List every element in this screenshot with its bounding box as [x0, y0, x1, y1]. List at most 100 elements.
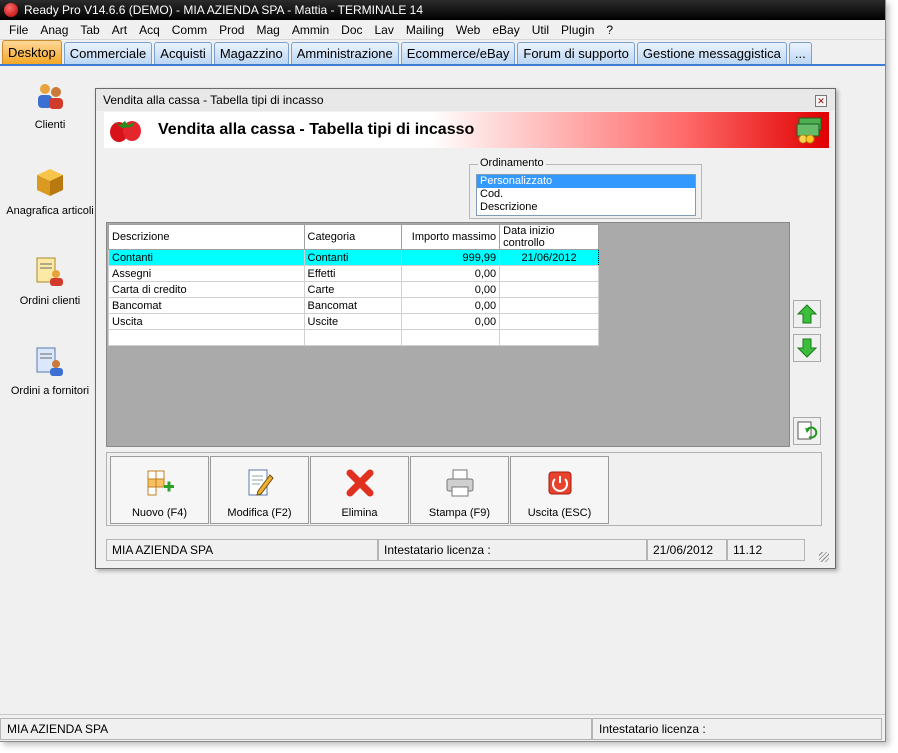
cell-data-inizio-controllo[interactable]: [499, 265, 599, 282]
column-header-data-inizio-controllo[interactable]: Data inizio controllo: [499, 224, 599, 250]
ordering-option-personalizzato[interactable]: Personalizzato: [477, 175, 695, 188]
menu-lav[interactable]: Lav: [369, 23, 400, 37]
ordering-option-descrizione[interactable]: Descrizione: [477, 201, 695, 214]
edit-button[interactable]: Modifica (F2): [210, 456, 309, 524]
column-header-descrizione[interactable]: Descrizione: [108, 224, 305, 250]
cell-importo-massimo[interactable]: 0,00: [401, 281, 501, 298]
table-row[interactable]: Assegni Effetti 0,00: [108, 265, 599, 282]
cell-categoria[interactable]: Uscite: [303, 313, 403, 330]
grid-header-row: Descrizione Categoria Importo massimo Da…: [108, 224, 599, 250]
desktop-icon-clienti[interactable]: Clienti: [0, 80, 100, 131]
menu-ammin[interactable]: Ammin: [286, 23, 335, 37]
tab-forum-supporto[interactable]: Forum di supporto: [517, 42, 635, 64]
clients-icon: [38, 84, 63, 109]
menu-comm[interactable]: Comm: [166, 23, 213, 37]
table-row[interactable]: Contanti Contanti 999,99 21/06/2012: [108, 249, 599, 266]
cell-descrizione[interactable]: Uscita: [108, 313, 305, 330]
menu-plugin[interactable]: Plugin: [555, 23, 600, 37]
cell-descrizione[interactable]: Bancomat: [108, 297, 305, 314]
delete-button-label: Elimina: [341, 507, 378, 519]
ordering-group: Ordinamento Personalizzato Cod. Descrizi…: [469, 157, 702, 219]
cell-data-inizio-controllo[interactable]: [499, 297, 599, 314]
ordering-option-cod[interactable]: Cod.: [477, 188, 695, 201]
cell-categoria[interactable]: [303, 329, 403, 346]
cell-importo-massimo[interactable]: 0,00: [401, 297, 501, 314]
payment-types-grid-area: Descrizione Categoria Importo massimo Da…: [106, 222, 790, 447]
tab-gestione-messaggistica[interactable]: Gestione messaggistica: [636, 42, 787, 64]
cell-importo-massimo[interactable]: [401, 329, 501, 346]
cell-descrizione[interactable]: [108, 329, 305, 346]
desktop-icon-label: Clienti: [34, 119, 66, 131]
refresh-document-icon: [797, 421, 818, 440]
cell-data-inizio-controllo[interactable]: [499, 281, 599, 298]
dialog-status-time: 11.12: [727, 539, 805, 561]
move-up-button[interactable]: [793, 300, 821, 328]
delete-x-icon: [346, 469, 373, 497]
close-icon[interactable]: ✕: [815, 95, 827, 107]
column-header-categoria[interactable]: Categoria: [303, 224, 403, 250]
column-header-importo-massimo[interactable]: Importo massimo: [401, 224, 501, 250]
cell-data-inizio-controllo[interactable]: [499, 313, 599, 330]
cell-categoria[interactable]: Bancomat: [303, 297, 403, 314]
desktop-icon-label: Ordini a fornitori: [10, 385, 90, 397]
ordering-listbox[interactable]: Personalizzato Cod. Descrizione: [476, 174, 696, 216]
arrow-down-icon: [796, 338, 818, 358]
print-button[interactable]: Stampa (F9): [410, 456, 509, 524]
menu-ebay[interactable]: eBay: [486, 23, 525, 37]
menu-art[interactable]: Art: [106, 23, 133, 37]
table-row[interactable]: [108, 329, 599, 346]
dialog-status-bar: MIA AZIENDA SPA Intestatario licenza : 2…: [106, 539, 822, 561]
menu-web[interactable]: Web: [450, 23, 486, 37]
menu-doc[interactable]: Doc: [335, 23, 368, 37]
table-row[interactable]: Carta di credito Carte 0,00: [108, 281, 599, 298]
table-row[interactable]: Uscita Uscite 0,00: [108, 313, 599, 330]
menu-prod[interactable]: Prod: [213, 23, 250, 37]
menu-util[interactable]: Util: [526, 23, 555, 37]
arrow-up-icon: [796, 304, 818, 324]
tab-magazzino[interactable]: Magazzino: [213, 42, 289, 64]
cell-importo-massimo[interactable]: 0,00: [401, 265, 501, 282]
cell-descrizione[interactable]: Contanti: [108, 249, 305, 266]
desktop-icon-ordini-fornitori[interactable]: Ordini a fornitori: [0, 346, 100, 397]
new-button[interactable]: Nuovo (F4): [110, 456, 209, 524]
cell-categoria[interactable]: Contanti: [303, 249, 403, 266]
banner-title: Vendita alla cassa - Tabella tipi di inc…: [158, 121, 475, 138]
cell-descrizione[interactable]: Assegni: [108, 265, 305, 282]
move-down-button[interactable]: [793, 334, 821, 362]
refresh-button[interactable]: [793, 417, 821, 445]
cell-categoria[interactable]: Carte: [303, 281, 403, 298]
tab-commerciale[interactable]: Commerciale: [63, 42, 153, 64]
cell-categoria[interactable]: Effetti: [303, 265, 403, 282]
cell-importo-massimo[interactable]: 0,00: [401, 313, 501, 330]
tab-desktop[interactable]: Desktop: [2, 40, 62, 64]
menu-mailing[interactable]: Mailing: [400, 23, 450, 37]
menu-help[interactable]: ?: [600, 23, 619, 37]
main-window: Ready Pro V14.6.6 (DEMO) - MIA AZIENDA S…: [0, 0, 886, 742]
menu-bar: File Anag Tab Art Acq Comm Prod Mag Ammi…: [0, 20, 885, 40]
menu-acq[interactable]: Acq: [133, 23, 166, 37]
cell-data-inizio-controllo[interactable]: [499, 329, 599, 346]
menu-tab[interactable]: Tab: [74, 23, 105, 37]
tab-acquisti[interactable]: Acquisti: [154, 42, 212, 64]
delete-button[interactable]: Elimina: [310, 456, 409, 524]
exit-button[interactable]: Uscita (ESC): [510, 456, 609, 524]
menu-file[interactable]: File: [3, 23, 34, 37]
table-row[interactable]: Bancomat Bancomat 0,00: [108, 297, 599, 314]
new-button-label: Nuovo (F4): [131, 507, 188, 519]
status-company: MIA AZIENDA SPA: [0, 717, 592, 740]
power-exit-icon: [548, 471, 571, 495]
status-license: Intestatario licenza :: [592, 717, 882, 740]
resize-grip[interactable]: [819, 552, 829, 562]
menu-anag[interactable]: Anag: [34, 23, 74, 37]
desktop-icon-ordini-clienti[interactable]: Ordini clienti: [0, 256, 100, 307]
cell-descrizione[interactable]: Carta di credito: [108, 281, 305, 298]
tab-ecommerce-ebay[interactable]: Ecommerce/eBay: [400, 42, 516, 64]
tab-more[interactable]: ...: [788, 42, 812, 64]
cell-importo-massimo[interactable]: 999,99: [401, 249, 501, 266]
menu-mag[interactable]: Mag: [250, 23, 285, 37]
supplier-orders-icon: [36, 347, 63, 376]
tab-amministrazione[interactable]: Amministrazione: [290, 42, 399, 64]
dialog-title: Vendita alla cassa - Tabella tipi di inc…: [103, 93, 324, 107]
desktop-icon-anagrafica-articoli[interactable]: Anagrafica articoli: [0, 166, 100, 217]
cell-data-inizio-controllo[interactable]: 21/06/2012: [499, 249, 599, 266]
